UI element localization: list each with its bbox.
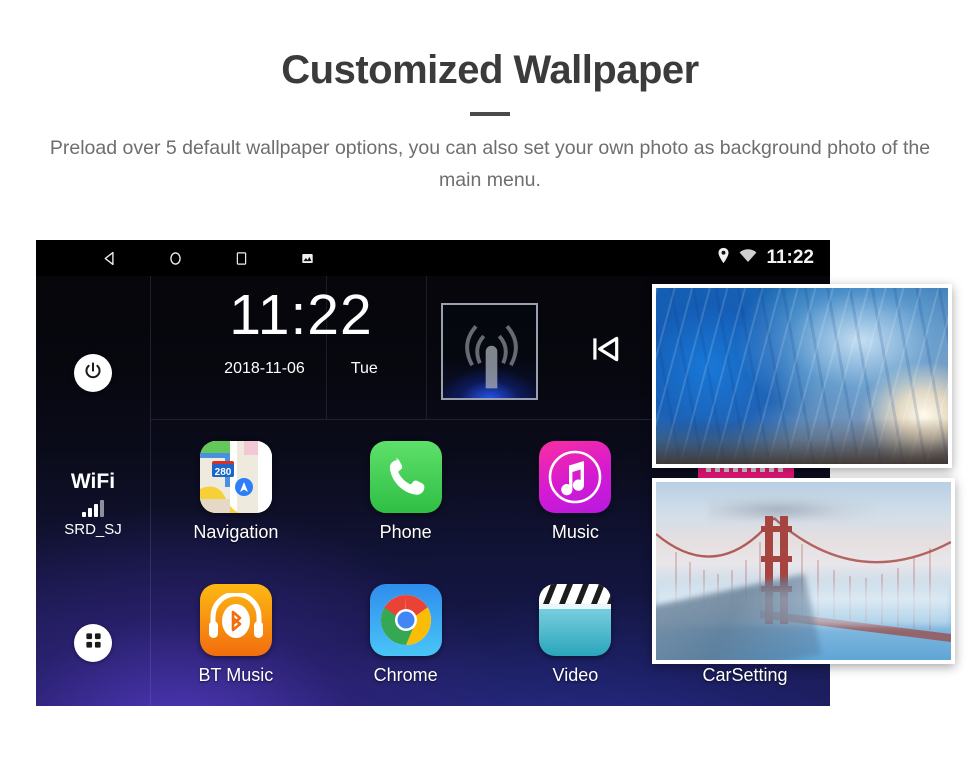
page-title: Customized Wallpaper xyxy=(281,48,699,92)
clock-weekday: Tue xyxy=(350,360,378,377)
chrome-icon xyxy=(369,583,442,656)
app-music[interactable]: Music xyxy=(491,420,661,563)
app-chrome[interactable]: Chrome xyxy=(321,563,491,706)
app-label: Chrome xyxy=(373,664,438,685)
location-pin-icon xyxy=(717,247,730,269)
app-navigation[interactable]: 280 Navigation xyxy=(151,420,321,563)
widget-divider-2 xyxy=(426,276,427,419)
app-label: BT Music xyxy=(198,664,274,685)
phone-icon xyxy=(369,440,442,513)
clapperboard-icon xyxy=(539,583,612,656)
status-bar-clock: 11:22 xyxy=(766,247,814,268)
svg-text:280: 280 xyxy=(215,467,232,478)
app-video[interactable]: Video xyxy=(491,563,661,706)
screenshot-icon[interactable] xyxy=(274,240,340,276)
app-label: Music xyxy=(551,521,599,542)
back-icon[interactable] xyxy=(76,240,142,276)
radio-antenna-icon xyxy=(441,302,538,400)
status-bar-indicators: 11:22 xyxy=(717,247,830,269)
title-underline-rule xyxy=(470,112,510,116)
app-label: Phone xyxy=(379,521,432,542)
wifi-icon xyxy=(739,248,757,268)
all-apps-button[interactable] xyxy=(74,624,112,662)
power-button[interactable] xyxy=(74,354,112,392)
wifi-ssid-label: SRD_SJ xyxy=(64,521,122,538)
page-subtitle: Preload over 5 default wallpaper options… xyxy=(49,137,931,191)
wifi-status-block[interactable]: WiFi SRD_SJ xyxy=(36,470,150,538)
recents-icon[interactable] xyxy=(208,240,274,276)
left-sidebar: WiFi SRD_SJ xyxy=(36,276,150,706)
app-label: Video xyxy=(552,664,599,685)
status-bar: 11:22 xyxy=(36,240,830,276)
page-root: Customized Wallpaper Preload over 5 defa… xyxy=(0,0,980,758)
previous-track-icon[interactable] xyxy=(588,332,622,371)
golden-gate-bridge-wallpaper[interactable] xyxy=(652,478,955,664)
clock-date: 2018-11-06 xyxy=(224,360,305,377)
home-icon[interactable] xyxy=(142,240,208,276)
ice-cave-wallpaper[interactable] xyxy=(652,284,952,468)
bluetooth-headphones-icon xyxy=(199,583,272,656)
music-note-icon xyxy=(539,440,612,513)
power-icon xyxy=(83,361,103,386)
app-label: Navigation xyxy=(193,521,279,542)
app-bt-music[interactable]: BT Music xyxy=(151,563,321,706)
clock-time: 11:22 xyxy=(229,283,373,347)
wifi-signal-bars-icon xyxy=(36,499,150,517)
maps-icon: 280 xyxy=(199,440,272,513)
app-phone[interactable]: Phone xyxy=(321,420,491,563)
app-label-carsetting: CarSetting xyxy=(702,665,788,685)
apps-grid-icon xyxy=(84,631,103,655)
clock-widget[interactable]: 11:22 2018-11-06 Tue xyxy=(186,282,416,378)
wifi-label: WiFi xyxy=(70,470,116,493)
